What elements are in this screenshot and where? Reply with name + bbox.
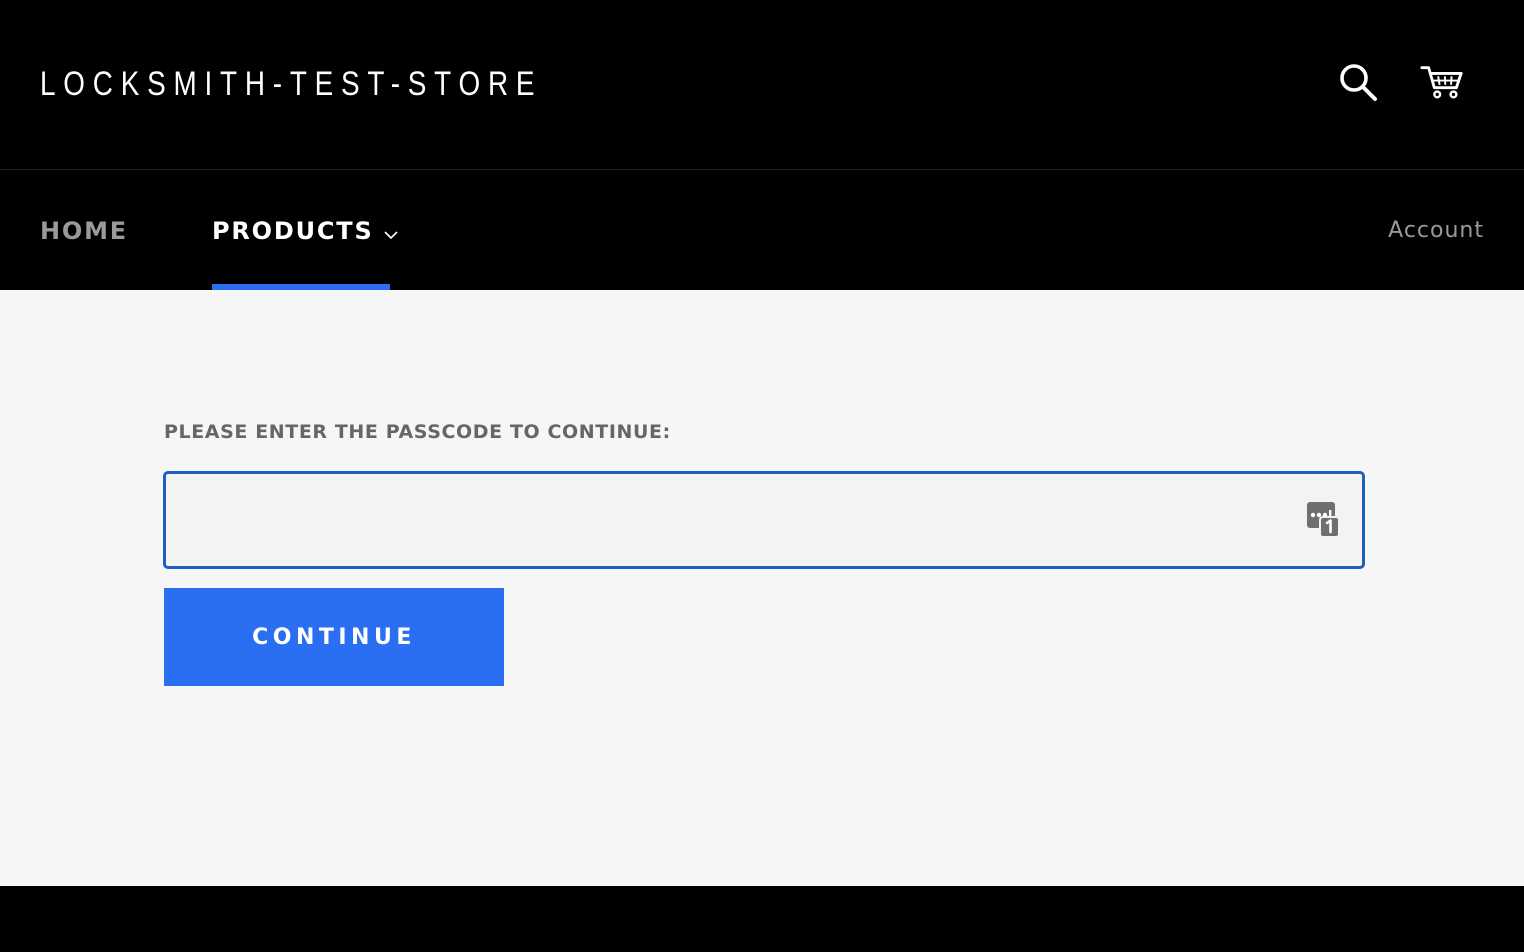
main-nav: HOME PRODUCTS Account: [0, 171, 1524, 290]
chevron-down-icon: [383, 216, 398, 248]
site-header: LOCKSMITH-TEST-STORE: [0, 0, 1524, 170]
password-manager-icon[interactable]: [1306, 501, 1340, 539]
continue-button[interactable]: CONTINUE: [164, 588, 504, 686]
nav-item-home[interactable]: HOME: [40, 215, 128, 247]
site-footer: [0, 886, 1524, 952]
search-icon[interactable]: [1336, 60, 1380, 104]
passcode-input[interactable]: [166, 474, 1362, 566]
passcode-prompt: PLEASE ENTER THE PASSCODE TO CONTINUE:: [164, 421, 671, 443]
nav-item-products-label: PRODUCTS: [212, 217, 374, 245]
account-link[interactable]: Account: [1388, 215, 1484, 247]
store-logo[interactable]: LOCKSMITH-TEST-STORE: [40, 62, 542, 106]
passcode-section: PLEASE ENTER THE PASSCODE TO CONTINUE: C…: [0, 290, 1524, 886]
nav-item-products[interactable]: PRODUCTS: [212, 215, 398, 247]
cart-icon[interactable]: [1420, 60, 1464, 104]
passcode-field[interactable]: [163, 471, 1365, 569]
